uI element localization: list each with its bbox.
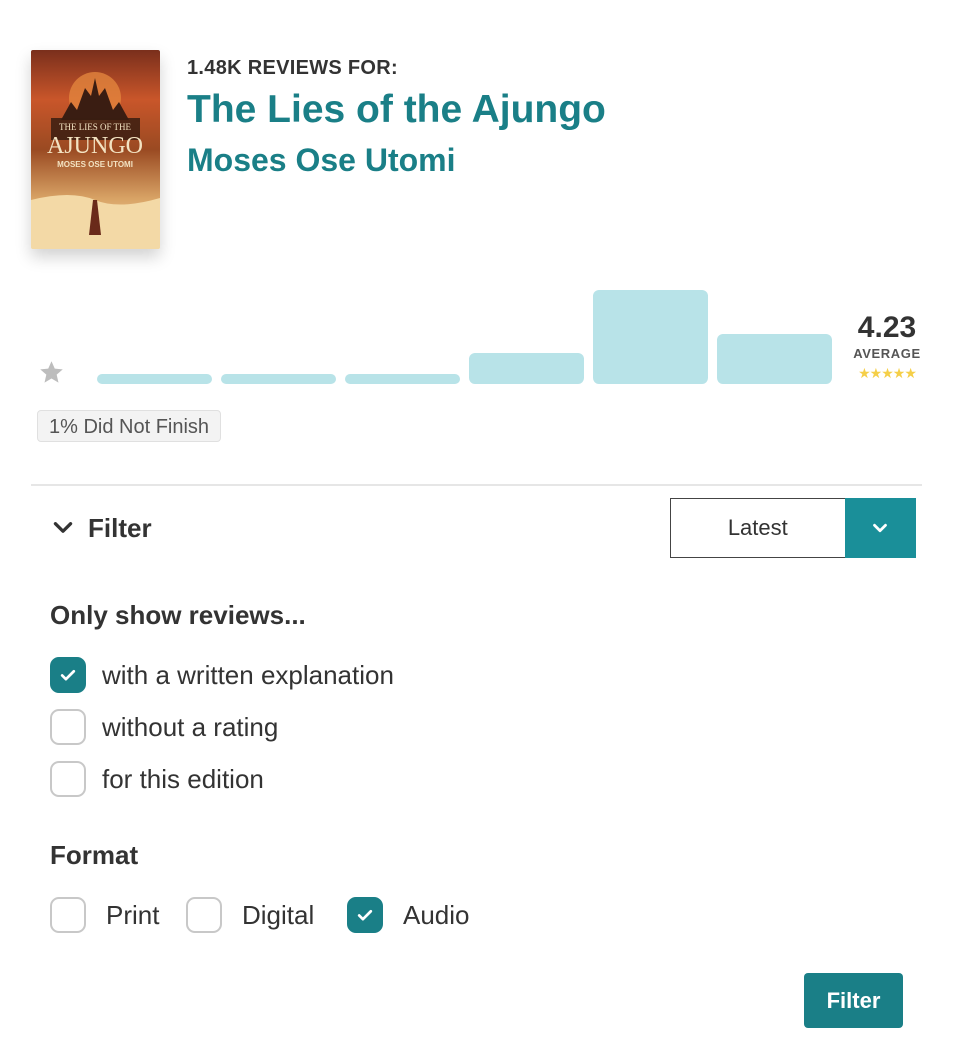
histogram-bar-3[interactable] — [345, 374, 460, 384]
written-explanation-label: with a written explanation — [102, 659, 394, 690]
without-rating-checkbox[interactable] — [50, 709, 86, 745]
histogram-bar-1[interactable] — [97, 374, 212, 384]
option-without-rating[interactable]: without a rating — [50, 707, 278, 747]
this-edition-checkbox[interactable] — [50, 761, 86, 797]
filter-toggle-label: Filter — [88, 512, 152, 543]
format-heading: Format — [50, 840, 139, 870]
digital-checkbox[interactable] — [186, 897, 222, 933]
chevron-down-icon — [873, 523, 888, 533]
sort-dropdown-button[interactable] — [844, 498, 916, 558]
sort-selected-value[interactable]: Latest — [670, 498, 845, 558]
without-rating-label: without a rating — [102, 711, 279, 742]
written-explanation-checkbox[interactable] — [50, 657, 86, 693]
cover-author: MOSES OSE UTOMI — [57, 160, 133, 169]
filter-toggle[interactable]: Filter — [50, 510, 152, 546]
option-written-explanation[interactable]: with a written explanation — [50, 655, 394, 695]
book-cover[interactable]: THE LIES OF THE AJUNGO MOSES OSE UTOMI — [31, 50, 160, 249]
checkmark-icon — [60, 669, 76, 681]
print-label: Print — [106, 899, 160, 930]
book-title-link[interactable]: The Lies of the Ajungo — [187, 88, 606, 132]
option-this-edition[interactable]: for this edition — [50, 759, 264, 799]
sort-select[interactable]: Latest — [670, 498, 916, 558]
audio-checkbox[interactable] — [347, 897, 383, 933]
histogram-bar-2[interactable] — [221, 374, 336, 384]
format-audio[interactable]: Audio — [347, 895, 470, 935]
reviews-count-heading: 1.48K REVIEWS FOR: — [187, 57, 398, 79]
print-checkbox[interactable] — [50, 897, 86, 933]
dnf-badge: 1% Did Not Finish — [37, 410, 222, 442]
filter-submit-button[interactable]: Filter — [804, 973, 903, 1028]
average-stars: ★★★★★ — [858, 365, 917, 381]
divider — [31, 484, 922, 486]
average-rating: 4.23 — [857, 311, 917, 344]
histogram-bar-5[interactable] — [593, 290, 708, 384]
cover-title-line2: AJUNGO — [47, 133, 143, 159]
cover-title-line1: THE LIES OF THE — [59, 122, 132, 132]
average-label: AVERAGE — [853, 346, 921, 361]
histogram-bar-4[interactable] — [469, 353, 584, 384]
histogram-bar-6[interactable] — [717, 334, 832, 384]
format-print[interactable]: Print — [50, 895, 159, 935]
book-cover-art: THE LIES OF THE AJUNGO MOSES OSE UTOMI — [31, 50, 160, 249]
checkmark-icon — [357, 909, 373, 921]
this-edition-label: for this edition — [102, 763, 264, 794]
chevron-down-icon — [53, 522, 73, 533]
rating-histogram — [97, 280, 832, 384]
digital-label: Digital — [242, 899, 315, 930]
format-digital[interactable]: Digital — [186, 895, 314, 935]
audio-label: Audio — [403, 899, 470, 930]
book-author-link[interactable]: Moses Ose Utomi — [187, 142, 456, 179]
only-show-heading: Only show reviews... — [50, 600, 306, 630]
star-icon — [38, 359, 65, 386]
